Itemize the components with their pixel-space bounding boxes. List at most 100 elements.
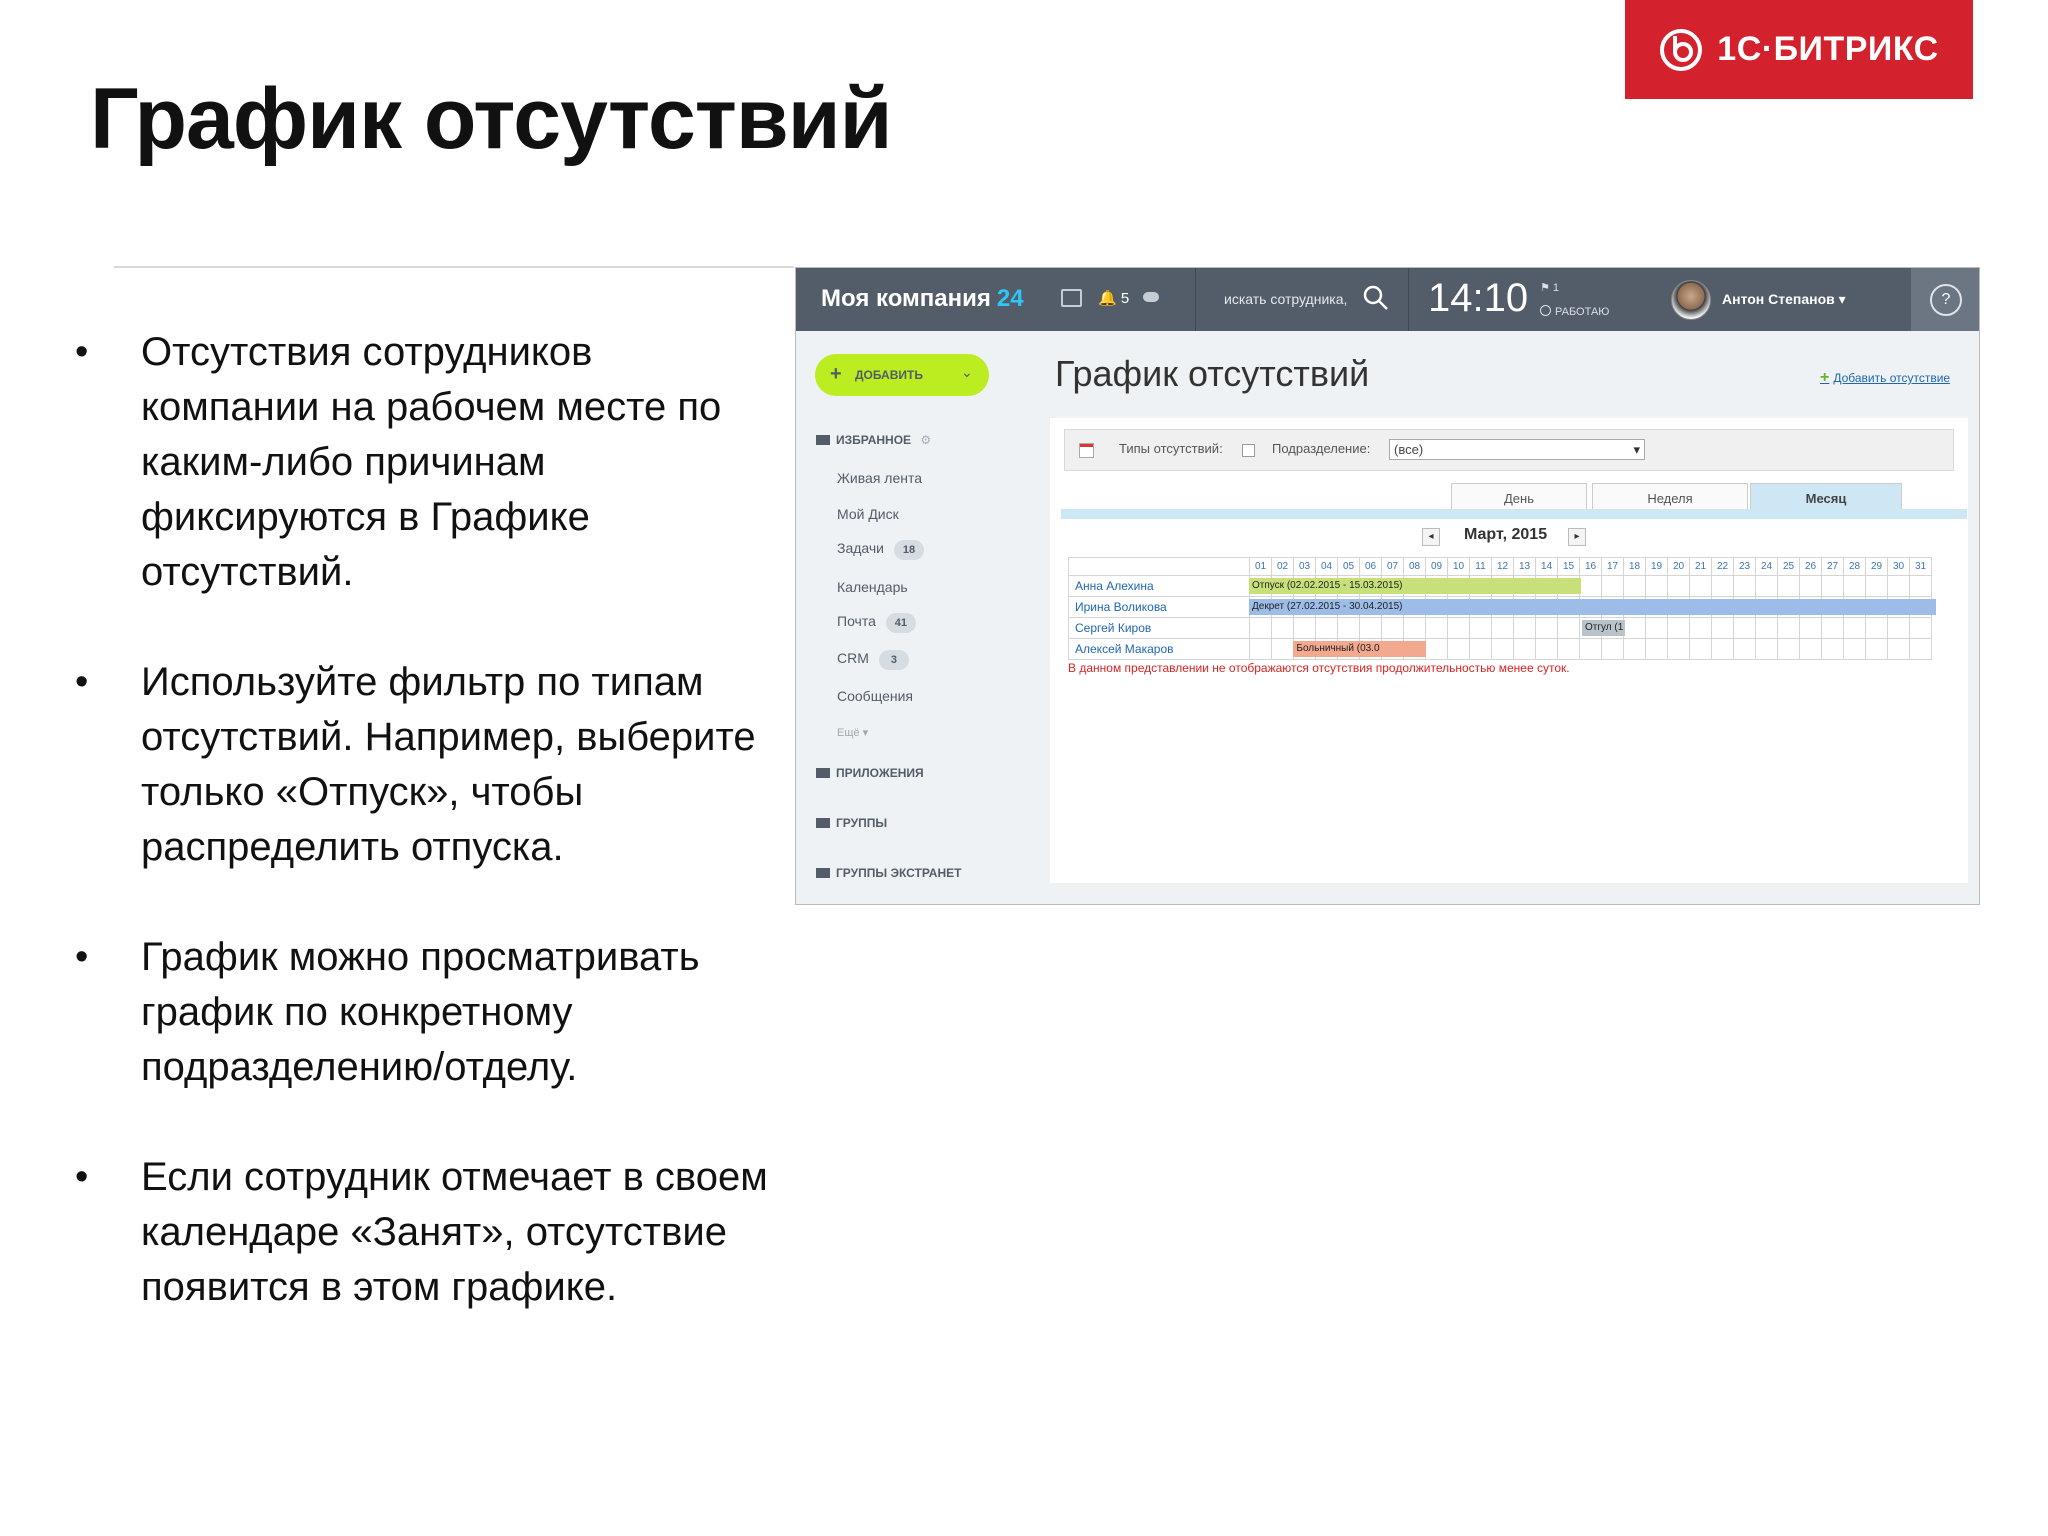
day-cell bbox=[1381, 617, 1404, 639]
day-cell bbox=[1667, 638, 1690, 660]
add-absence-link[interactable]: + Добавить отсутствие bbox=[1820, 369, 1950, 387]
share-icon bbox=[816, 818, 830, 828]
calendar-icon[interactable] bbox=[1079, 443, 1094, 458]
day-cell bbox=[1865, 638, 1888, 660]
sidebar-section-extranet[interactable]: ГРУППЫ ЭКСТРАНЕТ bbox=[816, 866, 961, 880]
sidebar: + ДОБАВИТЬ ⌄ ИЗБРАННОЕ ⚙ Живая лента Мой… bbox=[796, 331, 1039, 904]
day-cell bbox=[1645, 638, 1668, 660]
prev-month-button[interactable]: ◂ bbox=[1422, 528, 1440, 546]
day-cell bbox=[1315, 617, 1338, 639]
bullet-item: Отсутствия сотрудников компании на рабоч… bbox=[75, 325, 775, 600]
sidebar-item[interactable]: Мой Диск bbox=[837, 506, 899, 522]
user-menu[interactable]: Антон Степанов ▾ bbox=[1722, 291, 1846, 308]
sidebar-item[interactable]: Календарь bbox=[837, 579, 908, 595]
tab-month[interactable]: Месяц bbox=[1750, 483, 1902, 512]
tab-week[interactable]: Неделя bbox=[1592, 483, 1748, 512]
sidebar-item[interactable]: CRM 3 bbox=[837, 650, 909, 670]
types-label: Типы отсутствий: bbox=[1119, 441, 1223, 456]
absence-bar[interactable]: Отгул (1 bbox=[1582, 620, 1626, 636]
day-cell bbox=[1513, 617, 1536, 639]
brand-logo-block: 1С·БИТРИКС bbox=[1625, 0, 1973, 99]
employee-name-link[interactable]: Анна Алехина bbox=[1068, 575, 1250, 597]
sidebar-section-apps[interactable]: ПРИЛОЖЕНИЯ bbox=[816, 766, 924, 780]
main-content: График отсутствий + Добавить отсутствие Т… bbox=[1039, 331, 1979, 904]
chat-icon[interactable] bbox=[1061, 289, 1082, 307]
company-name[interactable]: Моя компания 24 bbox=[821, 285, 1024, 313]
count-badge: 18 bbox=[894, 540, 925, 560]
day-header: 21 bbox=[1689, 557, 1712, 576]
day-cell bbox=[1909, 575, 1932, 597]
sidebar-section-favorites[interactable]: ИЗБРАННОЕ ⚙ bbox=[816, 433, 931, 447]
month-navigation: ◂ Март, 2015 ▸ bbox=[1050, 524, 1968, 548]
day-header: 16 bbox=[1579, 557, 1602, 576]
day-cell bbox=[1799, 575, 1822, 597]
day-cell bbox=[1843, 575, 1866, 597]
day-cell bbox=[1535, 617, 1558, 639]
day-header: 26 bbox=[1799, 557, 1822, 576]
day-cell bbox=[1733, 617, 1756, 639]
day-cell bbox=[1645, 575, 1668, 597]
search-icon[interactable] bbox=[1363, 285, 1389, 311]
status-dot-icon bbox=[1540, 305, 1551, 316]
day-cell bbox=[1425, 638, 1448, 660]
sidebar-item[interactable]: Сообщения bbox=[837, 688, 913, 704]
employee-name-link[interactable]: Сергей Киров bbox=[1068, 617, 1250, 639]
sidebar-item[interactable]: Живая лента bbox=[837, 470, 922, 486]
day-cell bbox=[1623, 638, 1646, 660]
employee-name-link[interactable]: Алексей Макаров bbox=[1068, 638, 1250, 660]
types-checkbox[interactable] bbox=[1242, 444, 1255, 457]
search-input[interactable]: искать сотрудника, bbox=[1224, 291, 1347, 307]
work-status[interactable]: РАБОТАЮ bbox=[1540, 305, 1609, 318]
day-cell bbox=[1601, 575, 1624, 597]
sidebar-section-groups[interactable]: ГРУППЫ bbox=[816, 816, 887, 830]
day-header: 17 bbox=[1601, 557, 1624, 576]
day-cell bbox=[1447, 638, 1470, 660]
page-title: График отсутствий bbox=[1055, 353, 1370, 394]
day-cell bbox=[1579, 575, 1602, 597]
sidebar-item[interactable]: Почта 41 bbox=[837, 613, 916, 633]
sidebar-more[interactable]: Ещё ▾ bbox=[837, 726, 868, 739]
bell-icon[interactable]: 🔔 5 bbox=[1098, 289, 1129, 307]
day-cell bbox=[1491, 638, 1514, 660]
next-month-button[interactable]: ▸ bbox=[1568, 528, 1586, 546]
day-cell bbox=[1711, 617, 1734, 639]
day-cell bbox=[1601, 638, 1624, 660]
day-cell bbox=[1755, 638, 1778, 660]
day-cell bbox=[1645, 617, 1668, 639]
help-icon[interactable]: ? bbox=[1930, 284, 1962, 316]
add-button[interactable]: + ДОБАВИТЬ ⌄ bbox=[815, 354, 989, 396]
calendar-card: Типы отсутствий: Подразделение: (все) Де… bbox=[1050, 418, 1968, 883]
day-header: 14 bbox=[1535, 557, 1558, 576]
day-cell bbox=[1271, 638, 1294, 660]
day-cell bbox=[1271, 617, 1294, 639]
tab-day[interactable]: День bbox=[1451, 483, 1587, 512]
day-cell bbox=[1799, 638, 1822, 660]
day-header: 19 bbox=[1645, 557, 1668, 576]
day-header: 07 bbox=[1381, 557, 1404, 576]
pin-icon bbox=[816, 435, 830, 445]
day-header: 22 bbox=[1711, 557, 1734, 576]
day-header: 03 bbox=[1293, 557, 1316, 576]
day-cell bbox=[1249, 638, 1272, 660]
sidebar-item[interactable]: Задачи 18 bbox=[837, 540, 925, 560]
tabs-underline bbox=[1061, 509, 1967, 519]
absence-bar[interactable]: Отпуск (02.02.2015 - 15.03.2015) bbox=[1249, 578, 1581, 594]
day-cell bbox=[1733, 575, 1756, 597]
day-cell bbox=[1513, 638, 1536, 660]
bullet-item: Если сотрудник отмечает в своем календар… bbox=[75, 1150, 775, 1315]
day-header: 28 bbox=[1843, 557, 1866, 576]
clock-time[interactable]: 14:10 bbox=[1428, 276, 1528, 321]
day-header: 09 bbox=[1425, 557, 1448, 576]
cloud-icon[interactable] bbox=[1143, 292, 1159, 302]
employee-name-link[interactable]: Ирина Воликова bbox=[1068, 596, 1250, 618]
day-cell bbox=[1711, 575, 1734, 597]
flag-icon[interactable]: ⚑ 1 bbox=[1540, 281, 1559, 294]
absence-bar[interactable]: Больничный (03.0 bbox=[1293, 641, 1426, 657]
day-cell bbox=[1799, 617, 1822, 639]
absence-bar[interactable]: Декрет (27.02.2015 - 30.04.2015) bbox=[1249, 599, 1937, 615]
day-cell bbox=[1469, 638, 1492, 660]
avatar[interactable] bbox=[1671, 280, 1711, 320]
day-cell bbox=[1755, 617, 1778, 639]
dept-select[interactable]: (все) bbox=[1389, 439, 1645, 460]
separator bbox=[1408, 268, 1409, 331]
